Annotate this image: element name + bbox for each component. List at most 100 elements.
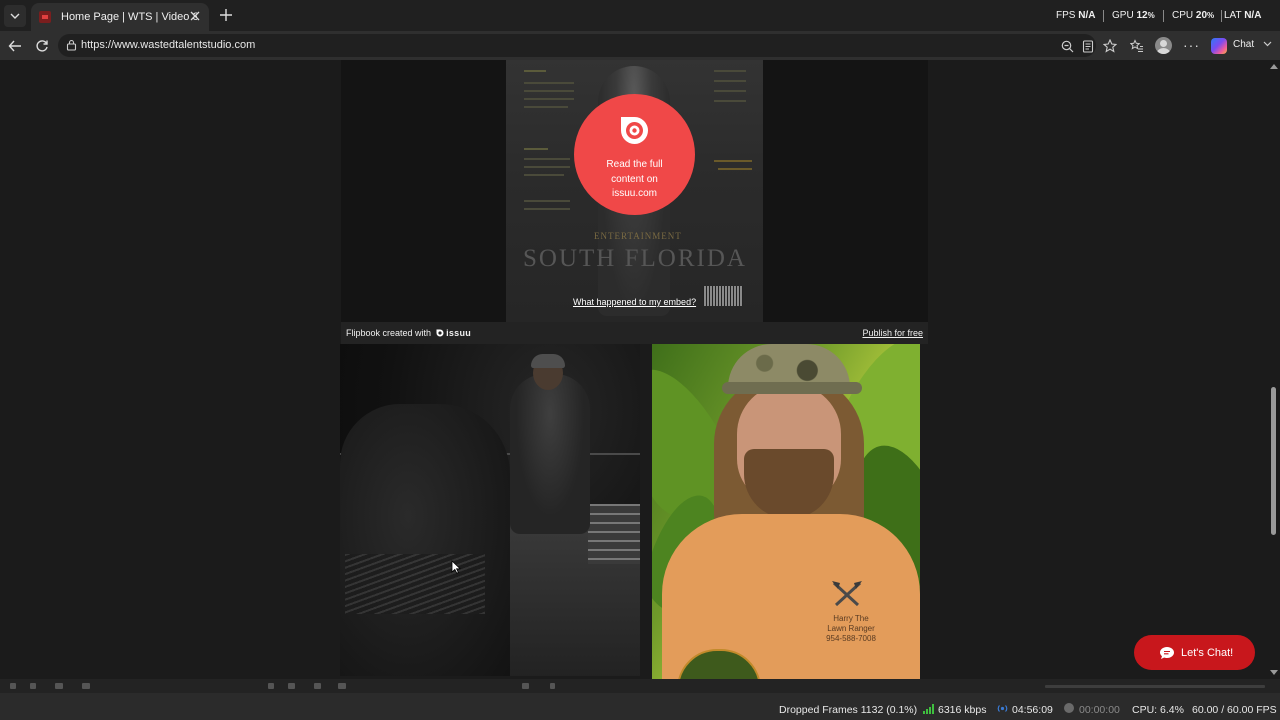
shirt-logo-text: Harry The Lawn Ranger 954-588-7008 [826,614,876,643]
cover-text-line [714,100,746,102]
foreground-person [340,404,510,676]
perf-lat-value: N/A [1244,10,1262,21]
tab-title: Home Page | WTS | Video Services [61,11,197,23]
address-bar[interactable]: https://www.wastedtalentstudio.com [58,34,1096,57]
background-app-icon [314,683,321,689]
lets-chat-label[interactable]: Let's Chat! [1181,647,1233,659]
profile-icon[interactable] [1155,37,1172,54]
perf-gpu-value: 12 [1136,10,1148,21]
perf-cpu-value: 20 [1195,10,1208,21]
lets-chat-button[interactable]: Let's Chat! [1134,635,1255,670]
issuu-brand[interactable]: issuu [446,328,471,338]
hoodie-print [345,554,485,614]
cover-text-line [524,166,570,168]
scroll-up-arrow-icon[interactable] [1270,64,1278,69]
background-app-slider [1045,685,1265,688]
cover-text-line [718,168,752,170]
read-full-content-text[interactable]: Read the full content on issuu.com [592,158,677,202]
cover-entertainment-text: ENTERTAINMENT [594,231,682,241]
tab-strip: Home Page | WTS | Video Services FPS N/A… [0,0,1280,31]
background-app-icon [288,683,295,689]
lock-icon[interactable] [66,39,77,51]
page-viewport: ENTERTAINMENT SOUTH FLORIDA Read the ful… [0,60,1267,679]
cover-text-line [524,158,570,160]
cover-text-line [714,90,746,92]
zoom-icon [1061,40,1073,52]
video-thumbnail-concert[interactable] [340,344,640,676]
cap-brim [722,382,862,394]
equipment-rack [588,504,640,564]
embed-help-link[interactable]: What happened to my embed? [573,297,696,307]
stream-time: 04:56:09 [1012,704,1053,716]
cover-text-line [714,160,752,162]
perf-cpu-label: CPU [1172,10,1194,21]
recorder-status-bar: Dropped Frames 1132 (0.1%) 6316 kbps 04:… [0,693,1280,720]
plus-icon[interactable] [216,5,236,25]
perf-lat-label: LAT [1224,10,1242,21]
scrollbar-thumb[interactable] [1271,387,1276,535]
browser-toolbar: https://www.wastedtalentstudio.com ··· C… [0,31,1280,60]
issuu-footer: Flipbook created with issuu Publish for … [341,322,928,344]
page-scrollbar[interactable] [1267,60,1280,679]
issuu-small-logo-icon [436,329,444,337]
url-text[interactable]: https://www.wastedtalentstudio.com [81,39,255,51]
reload-button[interactable] [32,36,52,56]
background-app-icon [550,683,555,689]
cover-text-line [524,200,570,202]
tab-list-button[interactable] [4,5,26,27]
background-app-icon [338,683,346,689]
more-icon[interactable]: ··· [1183,37,1200,53]
cover-text-line [524,148,548,150]
flipbook-credit-text: Flipbook created with [346,328,432,338]
favorites-button[interactable] [1129,38,1145,54]
cover-text-line [524,208,570,210]
background-person-cap [531,354,565,368]
cover-text-line [524,98,574,100]
perf-lat: LAT N/A [1224,10,1261,21]
perf-separator [1103,10,1104,22]
reader-button[interactable] [1080,38,1096,54]
close-icon[interactable] [188,9,202,23]
flipbook-credit: Flipbook created with issuu [346,328,471,338]
publish-for-free-link[interactable]: Publish for free [862,328,923,338]
output-fps: 60.00 / 60.00 FPS [1192,704,1277,716]
record-time: 00:00:00 [1079,704,1120,716]
perf-cpu: CPU 20% [1172,10,1214,21]
read-on-issuu-button[interactable]: Read the full content on issuu.com [574,94,695,215]
background-app-icon [268,683,274,689]
signal-icon [923,704,934,714]
issuu-logo-icon [621,117,648,144]
copilot-icon[interactable] [1211,38,1227,54]
cover-text-line [524,90,574,92]
reader-icon [1082,39,1094,53]
background-person [510,374,590,534]
perf-separator [1221,10,1222,22]
back-button[interactable] [5,36,25,56]
background-app-icon [30,683,36,689]
favorites-icon [1130,39,1143,52]
zoom-button[interactable] [1059,38,1075,54]
perf-fps: FPS N/A [1056,10,1095,21]
chevron-down-icon[interactable] [1263,39,1272,48]
browser-tab[interactable]: Home Page | WTS | Video Services [31,3,209,31]
cover-text-line [714,80,746,82]
dropped-frames: Dropped Frames 1132 (0.1%) [779,704,918,716]
cover-title: SOUTH FLORIDA [523,245,747,272]
perf-cpu-percent: % [1207,11,1215,20]
barcode-icon [703,286,743,306]
background-app-icon [522,683,529,689]
record-dot-icon [1064,703,1074,713]
video-thumbnail-lawn-ranger[interactable]: Harry The Lawn Ranger 954-588-7008 [652,344,920,679]
favorite-button[interactable] [1102,38,1118,54]
copilot-chat-label[interactable]: Chat [1233,39,1254,50]
scroll-down-arrow-icon[interactable] [1270,670,1278,675]
issuu-embed[interactable]: ENTERTAINMENT SOUTH FLORIDA Read the ful… [341,60,928,344]
tab-list-icon [10,13,20,19]
reload-icon [36,40,48,52]
cover-text-line [524,106,568,108]
background-app-icon [10,683,16,689]
cover-text-line [524,82,574,84]
mouse-cursor-icon [451,560,461,574]
cover-text-line [524,174,564,176]
cover-text-line [714,70,746,72]
